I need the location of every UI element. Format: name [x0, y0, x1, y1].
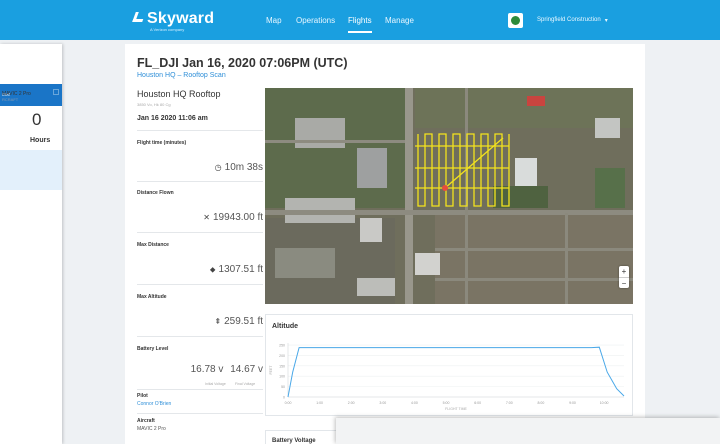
- stat-value: ⬥ 1307.51 ft: [137, 264, 263, 275]
- battery-level-label: Battery Level: [137, 346, 169, 352]
- location-address: 3850 Vo, Hk 80 Cg: [137, 102, 171, 107]
- divider: [137, 232, 263, 233]
- stat-label: Max Altitude: [137, 294, 167, 300]
- altitude-icon: ⇞: [214, 317, 222, 326]
- stat-label: Distance Flown: [137, 190, 174, 196]
- external-link-icon[interactable]: [53, 89, 59, 95]
- battery-end-voltage: 14.67 v: [230, 364, 263, 375]
- org-switcher[interactable]: Springfield Construction ▾: [508, 12, 608, 28]
- divider: [137, 284, 263, 285]
- map-zoom-control: + −: [619, 266, 629, 288]
- pilot-name-link[interactable]: Connor O'Brien: [137, 401, 171, 407]
- flight-detail-card: FL_DJI Jan 16, 2020 07:06PM (UTC) Housto…: [125, 44, 645, 444]
- stat-value: ✕ 19943.00 ft: [137, 212, 263, 223]
- floating-panel: [336, 418, 720, 444]
- pilot-label: Pilot: [137, 393, 148, 399]
- altitude-chart: 0 50 100 150 200 250 0:00 1:00 2:00 3:00 4:00 5:00 6…: [269, 343, 625, 411]
- altitude-series-line: [287, 346, 625, 398]
- distance-flown-value: 19943.00 ft: [212, 212, 263, 223]
- flight-map[interactable]: + −: [265, 88, 633, 304]
- divider: [137, 130, 263, 131]
- y-tick-label: 50: [281, 385, 285, 389]
- stat-label: Flight time (minutes): [137, 140, 187, 146]
- x-tick-label: 5:00: [443, 401, 450, 405]
- aircraft-label: Aircraft: [137, 418, 155, 424]
- battery-end-sub: Final Voltage: [235, 382, 256, 386]
- battery-chart-title: Battery Voltage: [272, 438, 316, 444]
- x-tick-label: 2:00: [348, 401, 355, 405]
- x-tick-label: 1:00: [316, 401, 323, 405]
- flight-title: FL_DJI Jan 16, 2020 07:06PM (UTC): [137, 56, 348, 70]
- org-name: Springfield Construction: [537, 17, 601, 23]
- hours-value: 0: [32, 110, 42, 129]
- satellite-imagery: [265, 88, 633, 304]
- cross-icon: ✕: [203, 213, 210, 222]
- battery-start-voltage: 16.78 v: [190, 364, 224, 375]
- battery-start-sub: Initial Voltage: [205, 382, 226, 386]
- org-logo-icon: [508, 12, 523, 28]
- nav-flights[interactable]: Flights: [348, 16, 372, 33]
- top-navbar: Skyward A Verizon company Map Operations…: [0, 0, 720, 40]
- x-tick-label: 4:00: [411, 401, 418, 405]
- hours-label: Hours: [30, 137, 51, 144]
- brand-name: Skyward: [147, 10, 215, 27]
- brand-logo[interactable]: Skyward: [132, 10, 215, 28]
- location-name: Houston HQ Rooftop: [137, 89, 221, 99]
- x-tick-label: 6:00: [474, 401, 481, 405]
- flight-date: Jan 16 2020 11:06 am: [137, 115, 208, 122]
- x-tick-label: 9:00: [569, 401, 576, 405]
- stat-flight-time: Flight time (minutes) ◷ 10m 38s: [137, 140, 263, 173]
- max-altitude-value: 259.51 ft: [224, 316, 263, 327]
- stat-label: Max Distance: [137, 242, 169, 248]
- divider: [137, 413, 263, 414]
- x-tick-label: 10:00: [600, 401, 609, 405]
- divider: [137, 389, 263, 390]
- divider: [137, 336, 263, 337]
- clock-icon: ◷: [214, 163, 222, 172]
- side-panel: ove 0 Hours MAVIC 2 Pro RCRAFT: [0, 44, 62, 444]
- max-distance-value: 1307.51 ft: [218, 264, 263, 275]
- flight-mission-link[interactable]: Houston HQ – Rooftop Scan: [137, 72, 226, 79]
- battery-values: 16.78 v 14.67 v: [137, 364, 263, 375]
- x-tick-label: 0:00: [285, 401, 292, 405]
- divider: [137, 181, 263, 182]
- aircraft-list-item[interactable]: [0, 150, 62, 190]
- stat-value: ⇞ 259.51 ft: [137, 316, 263, 327]
- x-tick-label: 8:00: [537, 401, 544, 405]
- stat-max-altitude: Max Altitude ⇞ 259.51 ft: [137, 294, 263, 327]
- y-tick-label: 100: [279, 375, 285, 379]
- nav-map[interactable]: Map: [266, 16, 282, 25]
- y-axis-label: FEET: [269, 365, 273, 375]
- screen: Skyward A Verizon company Map Operations…: [0, 0, 720, 444]
- x-tick-label: 7:00: [506, 401, 513, 405]
- zoom-out-button[interactable]: −: [619, 277, 629, 288]
- stat-distance-flown: Distance Flown ✕ 19943.00 ft: [137, 190, 263, 223]
- brand-subtitle: A Verizon company: [150, 27, 185, 32]
- stat-value: ◷ 10m 38s: [137, 162, 263, 173]
- chevron-down-icon: ▾: [604, 17, 608, 24]
- location-pin-icon: ⬥: [209, 265, 216, 274]
- nav-operations[interactable]: Operations: [296, 16, 335, 25]
- y-tick-label: 250: [279, 344, 285, 348]
- skyward-logo-icon: [132, 12, 146, 22]
- altitude-chart-card: Altitude 0 50 100 150 200 250 0:00 1:00 2:00 3:00…: [265, 314, 633, 416]
- y-tick-label: 0: [283, 396, 285, 400]
- battery-level-label-wrap: Battery Level: [137, 346, 263, 352]
- zoom-in-button[interactable]: +: [619, 266, 629, 277]
- y-tick-label: 150: [279, 364, 285, 368]
- nav-manage[interactable]: Manage: [385, 16, 414, 25]
- flight-time-value: 10m 38s: [224, 162, 263, 173]
- aircraft-name: MAVIC 2 Pro: [137, 426, 166, 432]
- stat-max-distance: Max Distance ⬥ 1307.51 ft: [137, 242, 263, 275]
- x-tick-label: 3:00: [379, 401, 386, 405]
- aircraft-item-sub: RCRAFT: [2, 97, 19, 102]
- y-tick-label: 200: [279, 354, 285, 358]
- x-axis-label: FLIGHT TIME: [445, 407, 467, 411]
